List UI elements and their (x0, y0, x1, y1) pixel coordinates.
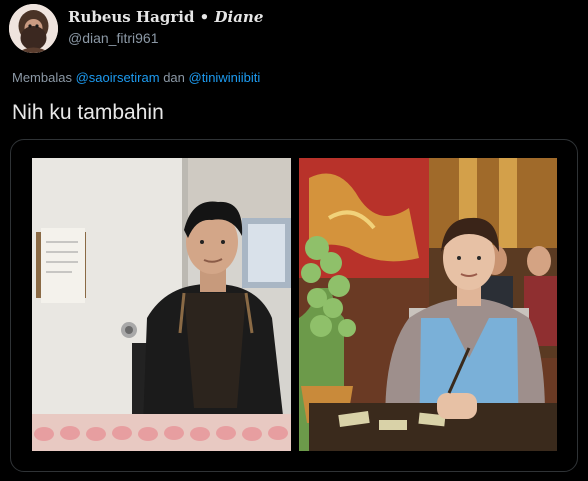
author-name: Rubeus Hagrid (68, 8, 195, 26)
media-photo-left[interactable] (32, 158, 291, 451)
media-photo-right[interactable] (299, 158, 557, 451)
mention-link-1[interactable]: @saoirsetiram (76, 70, 160, 85)
tweet: Rubeus Hagrid • Diane @dian_fitri961 Mem… (0, 0, 588, 481)
hagrid-avatar-icon (9, 4, 58, 53)
author-name-suffix: Diane (214, 8, 264, 26)
mention-link-2[interactable]: @tiniwiniibiti (189, 70, 261, 85)
reply-context: Membalas @saoirsetiram dan @tiniwiniibit… (12, 70, 260, 85)
media-card[interactable] (10, 139, 578, 472)
man-in-sweater-vest-photo-icon (299, 158, 557, 451)
author-handle[interactable]: @dian_fitri961 (68, 30, 159, 46)
reply-joiner: dan (159, 70, 189, 85)
reply-prefix: Membalas (12, 70, 76, 85)
author-avatar[interactable] (9, 4, 58, 53)
name-separator: • (194, 8, 215, 26)
man-in-apron-photo-icon (32, 158, 291, 451)
author-display-name[interactable]: Rubeus Hagrid • Diane (68, 8, 263, 26)
tweet-text: Nih ku tambahin (12, 101, 164, 124)
